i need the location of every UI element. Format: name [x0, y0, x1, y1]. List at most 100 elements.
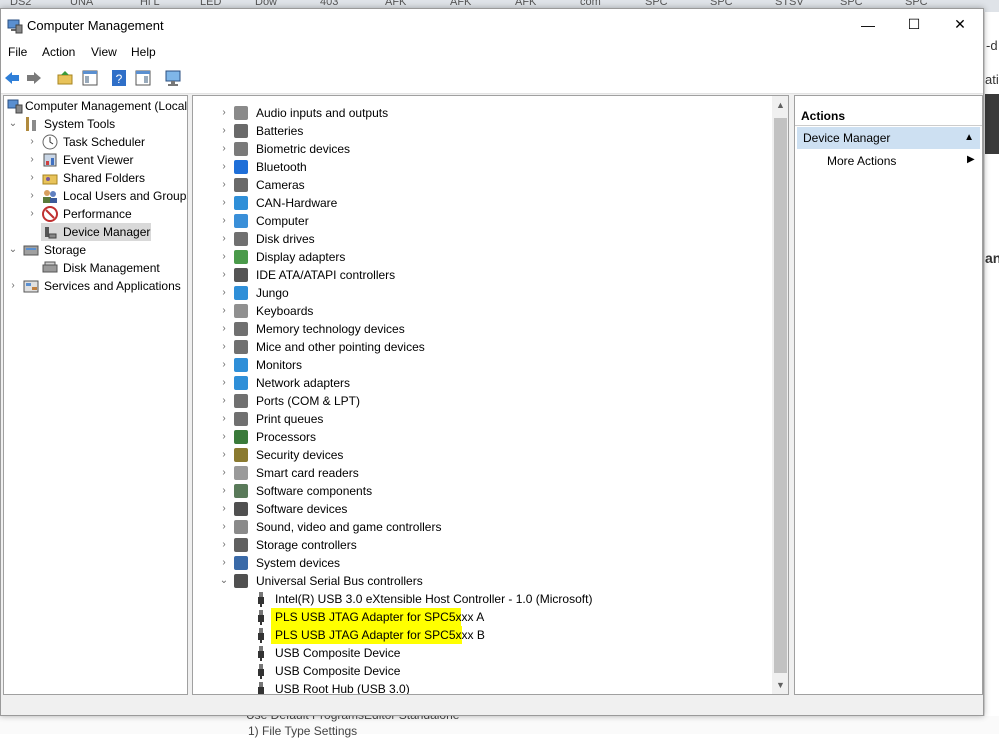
- chevron-right-icon[interactable]: ›: [219, 554, 229, 572]
- chevron-right-icon[interactable]: ›: [219, 266, 229, 284]
- forward-arrow-icon[interactable]: [25, 69, 43, 87]
- chevron-right-icon[interactable]: ›: [219, 230, 229, 248]
- bluetooth-icon: [234, 160, 248, 174]
- device-category-label: Memory technology devices: [256, 322, 405, 336]
- menu-help[interactable]: Help: [131, 45, 156, 59]
- chevron-right-icon[interactable]: ›: [219, 338, 229, 356]
- chevron-down-icon[interactable]: ⌄: [8, 241, 18, 259]
- chevron-right-icon[interactable]: ›: [27, 187, 37, 205]
- bg-text: an: [985, 250, 999, 266]
- device-category-label: CAN-Hardware: [256, 196, 338, 210]
- chevron-right-icon[interactable]: ›: [219, 518, 229, 536]
- tree-label: Local Users and Groups: [63, 189, 188, 203]
- menu-view[interactable]: View: [91, 45, 117, 59]
- bg-text: -d: [986, 38, 998, 53]
- scroll-up-icon[interactable]: ▲: [772, 96, 788, 114]
- scroll-down-icon[interactable]: ▼: [772, 676, 788, 694]
- device-category-label: Biometric devices: [256, 142, 351, 156]
- chevron-right-icon[interactable]: ›: [219, 482, 229, 500]
- device-category-label: Keyboards: [256, 304, 314, 318]
- device-category-label: IDE ATA/ATAPI controllers: [256, 268, 396, 282]
- tree-label: Task Scheduler: [63, 135, 146, 149]
- bg-text: ati: [985, 72, 999, 87]
- tree-label: Computer Management (Local): [25, 99, 188, 113]
- chevron-right-icon[interactable]: ›: [219, 374, 229, 392]
- usb-plug-icon: [258, 610, 264, 625]
- properties-icon[interactable]: [134, 69, 152, 87]
- computer-management-icon: [7, 99, 23, 114]
- keyboard-icon: [234, 304, 248, 318]
- actions-section-device-manager[interactable]: Device Manager ▲: [797, 127, 980, 149]
- device-category-label: Print queues: [256, 412, 324, 426]
- collapse-up-icon[interactable]: ▲: [964, 127, 974, 149]
- menu-action[interactable]: Action: [42, 45, 75, 59]
- device-category-label: Storage controllers: [256, 538, 357, 552]
- menu-file[interactable]: File: [8, 45, 27, 59]
- port-icon: [234, 394, 248, 408]
- toolbar: ?: [1, 63, 983, 94]
- device-category-label: Sound, video and game controllers: [256, 520, 442, 534]
- chevron-right-icon[interactable]: ›: [27, 151, 37, 169]
- tree-label: Services and Applications: [44, 279, 181, 293]
- chevron-right-icon[interactable]: ›: [219, 140, 229, 158]
- chevron-down-icon[interactable]: ⌄: [8, 115, 18, 133]
- tools-icon: [26, 117, 36, 131]
- storage-controller-icon: [234, 538, 248, 552]
- chevron-right-icon[interactable]: ›: [219, 158, 229, 176]
- chevron-right-icon[interactable]: ›: [219, 356, 229, 374]
- smart-card-icon: [234, 466, 248, 480]
- chevron-right-icon[interactable]: ›: [219, 212, 229, 230]
- chevron-right-icon[interactable]: ›: [219, 194, 229, 212]
- chevron-right-icon[interactable]: ›: [219, 284, 229, 302]
- chevron-right-icon[interactable]: ›: [27, 169, 37, 187]
- tree-label: Shared Folders: [63, 171, 146, 185]
- back-arrow-icon[interactable]: [3, 69, 21, 87]
- usb-plug-icon: [258, 664, 264, 679]
- chevron-right-icon[interactable]: ›: [219, 104, 229, 122]
- computer-icon: [234, 214, 248, 228]
- show-hide-tree-icon[interactable]: [81, 69, 99, 87]
- chevron-right-icon[interactable]: ›: [219, 500, 229, 518]
- chevron-right-icon[interactable]: ›: [219, 176, 229, 194]
- chevron-right-icon[interactable]: ›: [27, 133, 37, 151]
- device-category-label: Mice and other pointing devices: [256, 340, 425, 354]
- chevron-right-icon[interactable]: ›: [219, 248, 229, 266]
- maximize-button[interactable]: ☐: [891, 9, 937, 40]
- chevron-right-icon[interactable]: ›: [219, 446, 229, 464]
- more-actions-item[interactable]: More Actions: [827, 154, 896, 168]
- computer-management-icon: [7, 19, 23, 34]
- software-device-icon: [234, 502, 248, 516]
- chevron-down-icon[interactable]: ⌄: [219, 572, 229, 590]
- tree-label: Disk Management: [63, 261, 160, 275]
- chevron-right-icon[interactable]: ›: [219, 536, 229, 554]
- window-title: Computer Management: [27, 18, 164, 33]
- chevron-right-icon[interactable]: ›: [219, 464, 229, 482]
- device-category-label: Network adapters: [256, 376, 351, 390]
- chevron-right-icon[interactable]: ›: [219, 428, 229, 446]
- battery-icon: [234, 124, 248, 138]
- chevron-right-icon[interactable]: ›: [219, 320, 229, 338]
- vertical-scrollbar[interactable]: ▲ ▼: [772, 96, 788, 694]
- usb-plug-icon: [258, 646, 264, 661]
- scrollbar-thumb[interactable]: [774, 118, 787, 673]
- chevron-right-icon[interactable]: ›: [219, 410, 229, 428]
- chevron-right-icon[interactable]: ›: [8, 277, 18, 295]
- device-category-label: System devices: [256, 556, 341, 570]
- ide-controller-icon: [234, 268, 248, 282]
- device-category-label: Bluetooth: [256, 160, 307, 174]
- chevron-right-icon[interactable]: ›: [219, 302, 229, 320]
- device-category-label: Batteries: [256, 124, 304, 138]
- chevron-right-icon[interactable]: ›: [219, 122, 229, 140]
- close-button[interactable]: ✕: [937, 9, 983, 40]
- monitor-icon: [234, 358, 248, 372]
- monitor-icon[interactable]: [164, 69, 182, 87]
- chevron-right-icon[interactable]: ›: [27, 205, 37, 223]
- help-icon[interactable]: ?: [110, 69, 128, 87]
- tree-label: System Tools: [44, 117, 116, 131]
- mouse-icon: [234, 340, 248, 354]
- chevron-right-icon[interactable]: ›: [219, 392, 229, 410]
- up-folder-icon[interactable]: [56, 69, 74, 87]
- background-page-right: -d ati an: [984, 12, 999, 734]
- minimize-button[interactable]: —: [845, 9, 891, 40]
- submenu-arrow-icon[interactable]: ▶: [967, 154, 975, 165]
